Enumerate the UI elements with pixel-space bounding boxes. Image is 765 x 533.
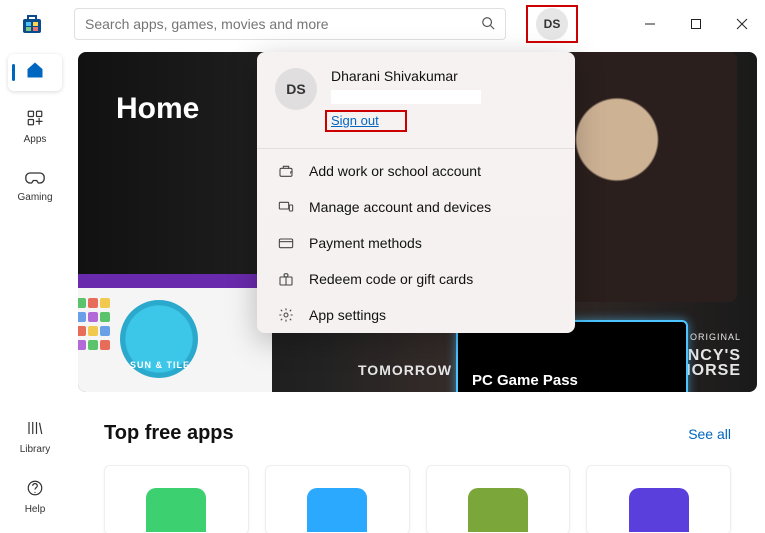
nav-help[interactable]: Help	[8, 473, 62, 521]
hero-thumb-badge: SUN & TILE	[130, 360, 190, 370]
account-popover: DS Dharani Shivakumar Sign out Add work …	[257, 52, 575, 333]
nav-apps[interactable]: Apps	[8, 103, 62, 151]
app-cards-row	[104, 465, 731, 533]
nav-library-label: Library	[20, 444, 51, 455]
sidebar-nav: Apps Gaming Library Help	[0, 48, 70, 533]
gift-icon	[277, 271, 295, 287]
sign-out-link[interactable]: Sign out	[331, 113, 379, 128]
maximize-button[interactable]	[673, 7, 719, 41]
top-free-apps-section: Top free apps See all	[70, 392, 765, 533]
home-icon	[25, 60, 45, 85]
account-avatar-initials: DS	[286, 81, 305, 97]
nav-apps-label: Apps	[24, 134, 47, 145]
app-card[interactable]	[104, 465, 249, 533]
devices-icon	[277, 199, 295, 215]
section-title: Top free apps	[104, 422, 234, 445]
menu-label: App settings	[309, 307, 386, 323]
hero-thumb-card[interactable]: SUN & TILE	[78, 274, 272, 392]
nav-help-label: Help	[25, 504, 46, 515]
briefcase-icon	[277, 163, 295, 179]
menu-redeem-code[interactable]: Redeem code or gift cards	[257, 261, 575, 297]
window-controls	[627, 7, 765, 41]
nav-home[interactable]	[8, 54, 62, 91]
app-card[interactable]	[586, 465, 731, 533]
menu-label: Manage account and devices	[309, 199, 491, 215]
nav-gaming[interactable]: Gaming	[8, 163, 62, 209]
menu-label: Payment methods	[309, 235, 422, 251]
account-email-redacted	[331, 90, 481, 104]
app-card[interactable]	[265, 465, 410, 533]
menu-manage-account[interactable]: Manage account and devices	[257, 189, 575, 225]
see-all-link[interactable]: See all	[688, 426, 731, 442]
search-box[interactable]	[74, 8, 506, 40]
titlebar: DS	[0, 0, 765, 48]
search-input[interactable]	[85, 16, 481, 32]
menu-label: Redeem code or gift cards	[309, 271, 473, 287]
account-user-name: Dharani Shivakumar	[331, 68, 557, 84]
pc-game-pass-title: PC Game Pass	[472, 372, 578, 389]
card-icon	[277, 235, 295, 251]
account-avatar: DS	[275, 68, 317, 110]
help-icon	[26, 479, 44, 502]
apps-icon	[26, 109, 44, 132]
close-button[interactable]	[719, 7, 765, 41]
gear-icon	[277, 307, 295, 323]
nav-library[interactable]: Library	[8, 413, 62, 461]
profile-avatar-button[interactable]: DS	[536, 8, 568, 40]
app-card[interactable]	[426, 465, 571, 533]
annotation-avatar-highlight	[526, 5, 578, 43]
menu-add-work-account[interactable]: Add work or school account	[257, 153, 575, 189]
menu-label: Add work or school account	[309, 163, 481, 179]
menu-app-settings[interactable]: App settings	[257, 297, 575, 333]
store-logo	[20, 12, 44, 36]
library-icon	[26, 419, 44, 442]
gaming-icon	[25, 169, 45, 190]
account-header: DS Dharani Shivakumar Sign out	[257, 52, 575, 144]
menu-payment-methods[interactable]: Payment methods	[257, 225, 575, 261]
nav-gaming-label: Gaming	[17, 192, 52, 203]
search-icon[interactable]	[481, 16, 495, 33]
minimize-button[interactable]	[627, 7, 673, 41]
annotation-signout-highlight	[325, 110, 407, 132]
divider	[257, 148, 575, 149]
